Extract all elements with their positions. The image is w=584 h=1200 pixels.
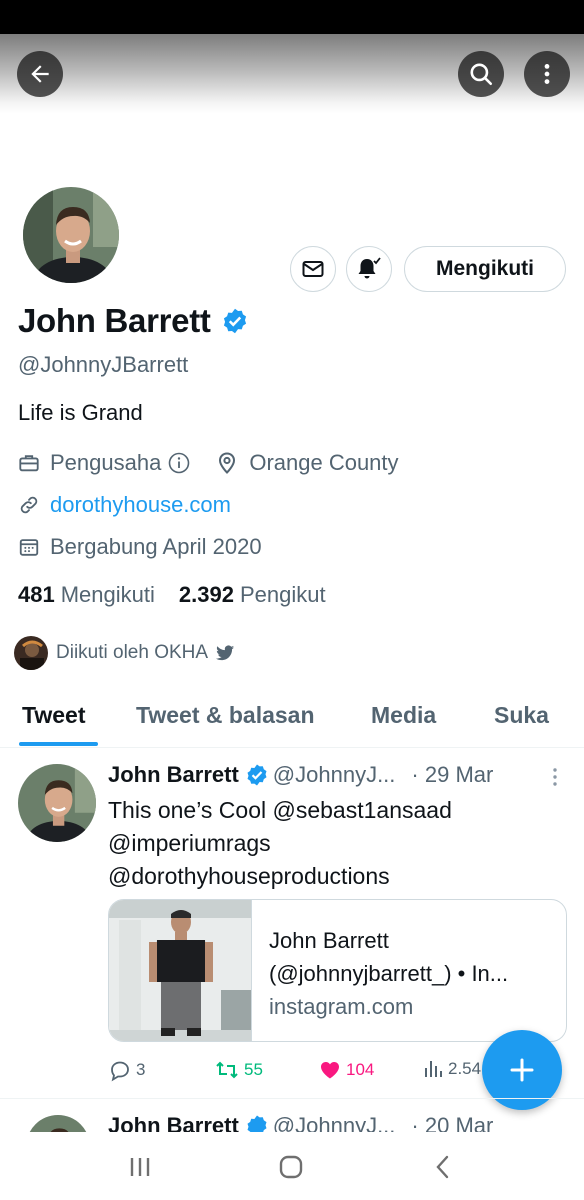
chevron-left-icon bbox=[436, 1155, 449, 1179]
link-preview-title: John Barrett bbox=[269, 928, 389, 953]
link-preview-image bbox=[109, 900, 252, 1041]
notifications-button[interactable] bbox=[346, 246, 392, 292]
views-button[interactable]: 2.54 bbox=[422, 1058, 481, 1080]
link-icon bbox=[20, 496, 38, 514]
tweet-author-name[interactable]: John Barrett bbox=[108, 1113, 239, 1132]
home-icon bbox=[279, 1155, 303, 1179]
tab-tweet-replies[interactable]: Tweet & balasan bbox=[136, 702, 315, 729]
calendar-icon bbox=[19, 539, 39, 556]
back-button[interactable] bbox=[17, 51, 63, 97]
profile-category: Pengusaha bbox=[50, 450, 162, 475]
back-nav-button[interactable] bbox=[423, 1152, 463, 1182]
tab-likes[interactable]: Suka bbox=[494, 702, 549, 729]
following-label: Mengikuti bbox=[60, 582, 155, 607]
tweet-avatar[interactable] bbox=[18, 764, 96, 842]
profile-name-row: John Barrett bbox=[18, 302, 249, 340]
tweet-date: · 20 Mar bbox=[411, 1113, 494, 1132]
link-preview-domain: instagram.com bbox=[269, 994, 414, 1019]
profile-avatar[interactable] bbox=[20, 184, 122, 286]
following-count-link[interactable]: 481 Mengikuti bbox=[18, 582, 155, 608]
avatar-photo bbox=[23, 187, 119, 283]
reply-icon bbox=[111, 1061, 129, 1082]
profile-website-link[interactable]: dorothyhouse.com bbox=[50, 492, 231, 518]
tweet-item-partial[interactable]: John Barrett @JohnnyJ... · 20 Mar bbox=[0, 1099, 584, 1132]
bell-check-icon bbox=[358, 257, 381, 279]
profile-website-row: dorothyhouse.com bbox=[18, 492, 231, 518]
profile-location: Orange County bbox=[249, 450, 399, 475]
tweet-header: John Barrett @JohnnyJ... · 29 Mar bbox=[108, 762, 493, 788]
tweet-text-line: @imperiumrags bbox=[108, 830, 271, 856]
tweet-author-handle: @JohnnyJ... bbox=[272, 1113, 396, 1132]
profile-tabs: Tweet Tweet & balasan Media Suka bbox=[0, 690, 584, 748]
following-count: 481 bbox=[18, 582, 55, 607]
search-icon bbox=[470, 63, 493, 86]
reply-button[interactable]: 3 bbox=[108, 1058, 145, 1082]
profile-joined-date: Bergabung April 2020 bbox=[50, 534, 262, 559]
verified-badge-icon bbox=[247, 764, 267, 786]
followed-by-row[interactable]: Diikuti oleh OKHA bbox=[14, 636, 236, 670]
info-icon[interactable] bbox=[167, 451, 191, 475]
like-button[interactable]: 104 bbox=[318, 1058, 374, 1082]
profile-name: John Barrett bbox=[18, 302, 211, 339]
followers-label: Pengikut bbox=[239, 582, 326, 607]
home-button[interactable] bbox=[271, 1152, 311, 1182]
retweet-icon bbox=[216, 1061, 238, 1079]
message-button[interactable] bbox=[290, 246, 336, 292]
like-count: 104 bbox=[346, 1060, 375, 1079]
tweet-author-name[interactable]: John Barrett bbox=[108, 762, 239, 788]
verified-badge-icon bbox=[247, 1115, 267, 1132]
tweet-date: · 29 Mar bbox=[411, 762, 494, 787]
active-tab-indicator bbox=[19, 742, 98, 746]
more-options-button[interactable] bbox=[524, 51, 570, 97]
search-button[interactable] bbox=[458, 51, 504, 97]
retweet-count: 55 bbox=[244, 1060, 263, 1079]
profile-handle: @JohnnyJBarrett bbox=[18, 352, 189, 377]
following-button[interactable]: Mengikuti bbox=[404, 246, 566, 292]
reply-count: 3 bbox=[136, 1060, 146, 1079]
link-preview-text: John Barrett (@johnnyjbarrett_) • In... … bbox=[269, 924, 554, 1023]
tab-tweet[interactable]: Tweet bbox=[22, 702, 85, 729]
tweet-text-line: This one’s Cool @sebast1ansaad bbox=[108, 797, 452, 823]
location-pin-icon bbox=[219, 452, 236, 474]
tab-media[interactable]: Media bbox=[371, 702, 436, 729]
more-vertical-icon bbox=[544, 64, 550, 84]
profile-meta-row: Pengusaha Orange County bbox=[18, 450, 399, 476]
plus-icon bbox=[510, 1058, 534, 1082]
profile-bio: Life is Grand bbox=[18, 400, 143, 425]
recent-apps-icon bbox=[130, 1158, 150, 1176]
retweet-button[interactable]: 55 bbox=[214, 1058, 263, 1082]
tweet-more-icon[interactable] bbox=[546, 766, 564, 788]
tweet-text-line: @dorothyhouseproductions bbox=[108, 863, 390, 889]
tweet-avatar[interactable] bbox=[26, 1115, 90, 1132]
follower-avatar bbox=[14, 636, 48, 670]
verified-badge-icon bbox=[223, 308, 246, 334]
recent-apps-button[interactable] bbox=[120, 1152, 160, 1182]
tweet-text: This one’s Cool @sebast1ansaad @imperium… bbox=[108, 794, 548, 893]
mail-icon bbox=[302, 261, 324, 277]
heart-icon bbox=[321, 1062, 339, 1079]
followers-count-link[interactable]: 2.392 Pengikut bbox=[179, 582, 326, 608]
followed-by-text: Diikuti oleh OKHA bbox=[56, 642, 209, 663]
system-navigation-bar bbox=[0, 1132, 584, 1200]
follow-counts: 481 Mengikuti 2.392 Pengikut bbox=[18, 582, 326, 608]
tweet-actions: 3 55 104 2.54 bbox=[108, 1058, 528, 1084]
tweet-author-handle: @JohnnyJ... bbox=[272, 762, 396, 787]
analytics-icon bbox=[425, 1061, 442, 1077]
twitter-bird-icon bbox=[215, 645, 235, 661]
profile-joined-row: Bergabung April 2020 bbox=[18, 534, 262, 560]
link-preview-card[interactable]: John Barrett (@johnnyjbarrett_) • In... … bbox=[108, 899, 567, 1042]
link-preview-subtitle: (@johnnyjbarrett_) • In... bbox=[269, 961, 509, 986]
tweet-header: John Barrett @JohnnyJ... · 20 Mar bbox=[108, 1113, 493, 1132]
followers-count: 2.392 bbox=[178, 582, 234, 607]
views-count: 2.54 bbox=[448, 1059, 482, 1078]
status-bar bbox=[0, 0, 584, 34]
briefcase-icon bbox=[19, 455, 39, 472]
arrow-left-icon bbox=[31, 65, 49, 83]
